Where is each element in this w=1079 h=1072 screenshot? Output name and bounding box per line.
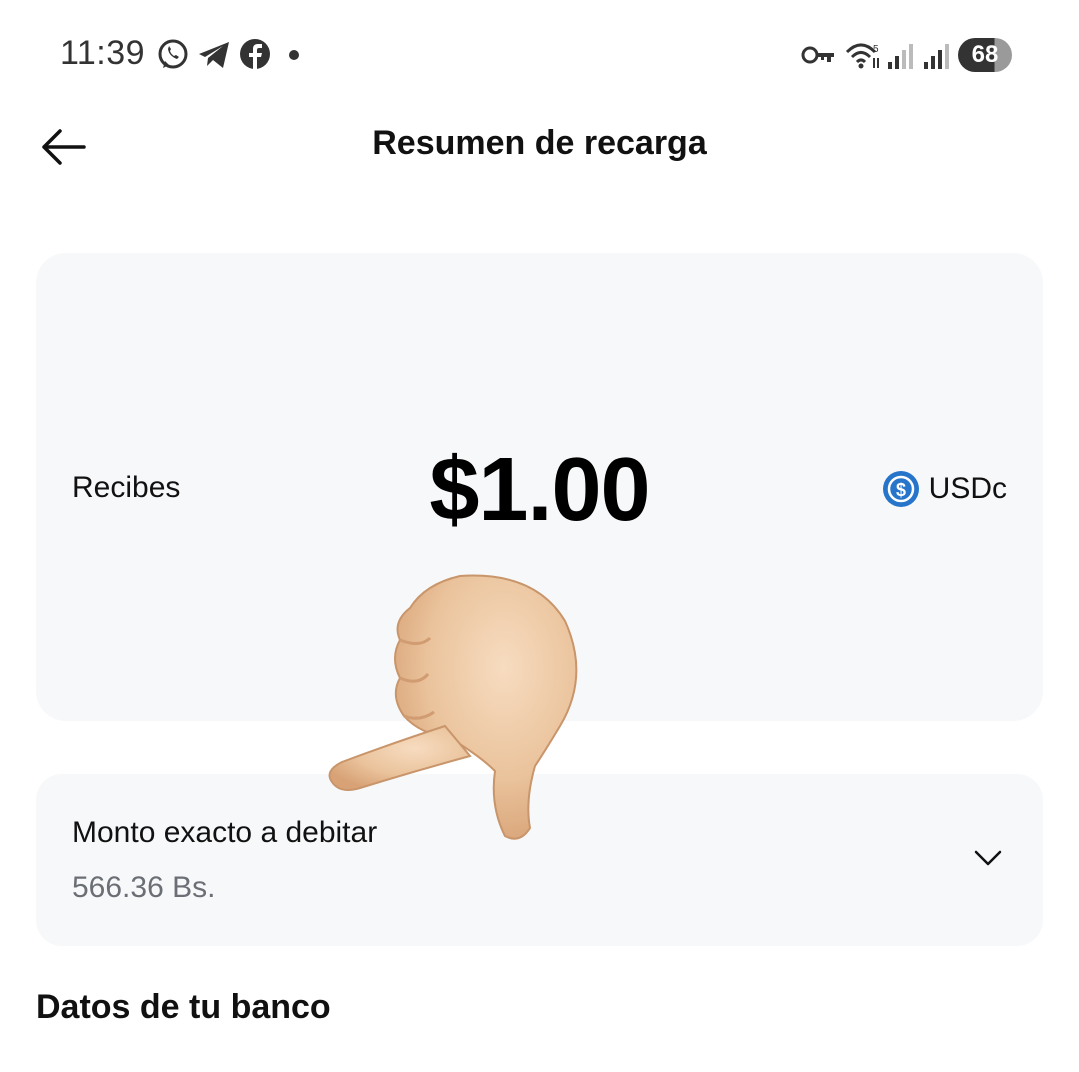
debit-value: 566.36 Bs. [72, 871, 216, 904]
telegram-icon [199, 42, 229, 68]
chevron-down-icon[interactable] [973, 846, 1003, 870]
whatsapp-icon [158, 39, 188, 69]
status-time: 11:39 [60, 34, 146, 72]
svg-text:5: 5 [873, 44, 879, 55]
currency-selector: $ USDc [882, 471, 1007, 507]
dot-icon [289, 50, 299, 60]
vpn-key-icon [801, 46, 834, 64]
wifi-icon: 5 [845, 43, 879, 69]
back-button[interactable] [38, 124, 88, 170]
battery-level: 68 [958, 38, 1012, 72]
arrow-left-icon [42, 129, 86, 165]
signal-icon [924, 44, 949, 69]
currency-label: USDc [928, 472, 1007, 505]
usdc-coin-icon: $ [882, 471, 919, 507]
recharge-summary-screen: 11:39 5 68 Resumen de recarga Recibes $1… [0, 0, 1079, 1072]
bank-section-title: Datos de tu banco [36, 988, 331, 1026]
thumbs-down-hand-icon [328, 574, 578, 840]
signal-icon [888, 44, 913, 69]
facebook-icon [240, 39, 270, 69]
status-bar: 11:39 5 68 [0, 0, 1079, 110]
page-title: Resumen de recarga [372, 124, 707, 162]
svg-text:$: $ [896, 480, 906, 500]
